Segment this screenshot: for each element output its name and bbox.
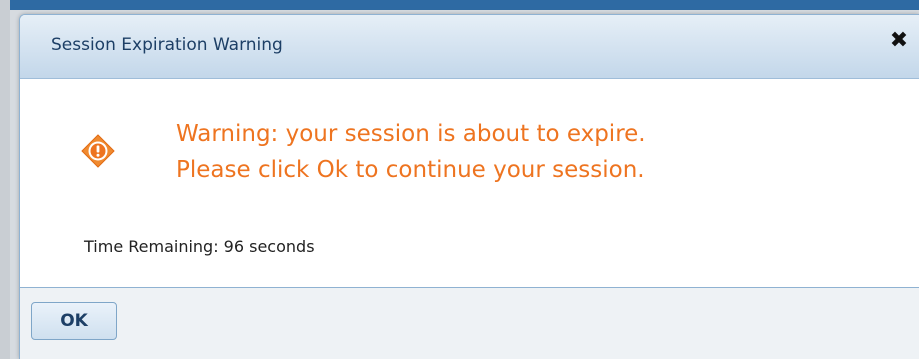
background-header-strip: [0, 0, 919, 10]
dialog-titlebar: Session Expiration Warning ✖: [20, 15, 919, 79]
warning-line-2: Please click Ok to continue your session…: [176, 157, 645, 183]
warning-message: Warning: your session is about to expire…: [176, 116, 646, 188]
warning-line-1: Warning: your session is about to expire…: [176, 121, 646, 147]
session-expiration-dialog: Session Expiration Warning ✖ Warning: yo…: [19, 14, 919, 359]
dialog-title: Session Expiration Warning: [51, 35, 283, 55]
close-icon[interactable]: ✖: [887, 29, 911, 53]
dialog-content: Warning: your session is about to expire…: [20, 79, 919, 287]
background-left-strip: [0, 0, 10, 359]
dialog-footer: OK: [20, 287, 919, 359]
time-remaining-text: Time Remaining: 96 seconds: [84, 237, 315, 256]
ok-button[interactable]: OK: [31, 302, 117, 340]
warning-diamond-icon: [81, 134, 115, 168]
